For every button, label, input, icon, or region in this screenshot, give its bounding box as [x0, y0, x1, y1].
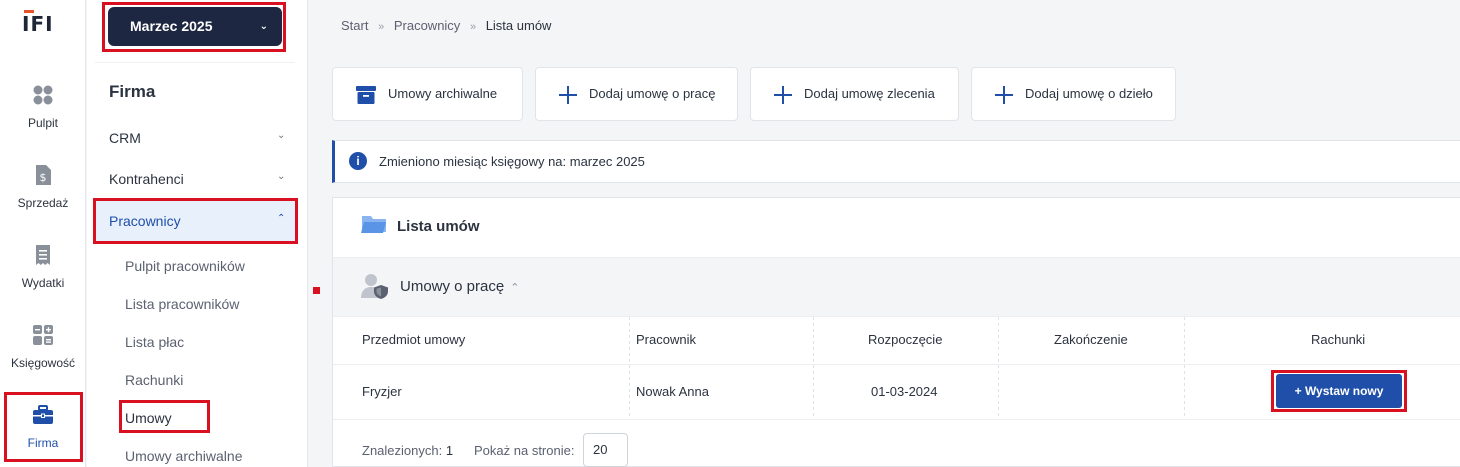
column-header-employee[interactable]: Pracownik [636, 332, 696, 347]
cell-start: 01-03-2024 [871, 384, 938, 399]
rail-item-wydatki[interactable]: Wydatki [0, 244, 86, 290]
submenu-child-lista-plac[interactable]: Lista płac [125, 334, 184, 350]
column-header-start[interactable]: Rozpoczęcie [868, 332, 942, 347]
per-page-input[interactable]: 20 [583, 433, 628, 467]
submenu-heading: Firma [109, 82, 156, 101]
rail-item-label: Sprzedaż [17, 196, 69, 210]
cell-employee: Nowak Anna [636, 384, 709, 399]
section-title-label: Umowy o pracę [400, 278, 505, 295]
results-count: Znalezionych: 1 [362, 443, 453, 458]
submenu: Marzec 2025 ⌄ Firma CRM ⌄ Kontrahenci ⌄ … [87, 0, 308, 467]
rail-item-pulpit[interactable]: Pulpit [0, 84, 86, 130]
plus-icon [559, 85, 577, 104]
dashboard-icon [33, 85, 53, 105]
info-icon: i [349, 152, 367, 170]
chevron-down-icon: ⌄ [277, 130, 286, 141]
rail-item-ksiegowosc[interactable]: Księgowość [0, 324, 86, 370]
submenu-item-label: CRM [109, 130, 141, 146]
app-logo[interactable]: IFI [22, 12, 54, 36]
person-shield-icon [361, 274, 388, 299]
archive-box-icon [356, 85, 376, 104]
archived-contracts-button[interactable]: Umowy archiwalne [332, 67, 523, 121]
per-page-label: Pokaż na stronie: [474, 443, 575, 458]
panel-title: Lista umów [397, 218, 480, 235]
breadcrumb-pracownicy[interactable]: Pracownicy [394, 18, 460, 33]
contracts-panel: Lista umów Umowy o pracę ⌃ Przedmiot umow… [332, 197, 1460, 467]
submenu-child-umowy[interactable]: Umowy [125, 410, 172, 426]
month-selector[interactable]: Marzec 2025 ⌄ [108, 7, 282, 46]
submenu-item-pracownicy[interactable]: Pracownicy ⌃ [109, 213, 285, 229]
rail-item-label: Księgowość [10, 356, 76, 370]
breadcrumb-start[interactable]: Start [341, 18, 368, 33]
button-label: Dodaj umowę zlecenia [804, 86, 935, 101]
add-mandate-contract-button[interactable]: Dodaj umowę zlecenia [750, 67, 959, 121]
submenu-item-label: Kontrahenci [109, 171, 184, 187]
receipt-icon [36, 245, 50, 265]
column-header-bills[interactable]: Rachunki [1311, 332, 1365, 347]
info-text: Zmieniono miesiąc księgowy na: marzec 20… [379, 154, 645, 169]
submenu-item-kontrahenci[interactable]: Kontrahenci ⌄ [109, 171, 285, 187]
column-separator [813, 317, 814, 419]
month-label: Marzec 2025 [130, 18, 213, 34]
issue-new-bill-button[interactable]: + Wystaw nowy [1276, 374, 1402, 408]
column-header-subject[interactable]: Przedmiot umowy [362, 332, 465, 347]
rail-item-label: Pulpit [27, 116, 59, 130]
breadcrumb-current: Lista umów [485, 18, 552, 33]
chevron-up-icon: ⌃ [510, 282, 520, 294]
add-work-contract-button[interactable]: Dodaj umowę o dzieło [971, 67, 1176, 121]
section-header[interactable]: Umowy o pracę ⌃ [333, 257, 1460, 317]
row-divider [333, 364, 1460, 365]
breadcrumb: Start » Pracownicy » Lista umów [341, 18, 557, 33]
rail-item-label: Wydatki [21, 276, 65, 290]
chevron-right-icon: » [469, 21, 477, 33]
folder-icon [361, 216, 386, 233]
column-separator [998, 317, 999, 419]
button-label: Wystaw nowy [1304, 384, 1384, 398]
chevron-up-icon: ⌃ [277, 213, 286, 224]
submenu-child-rachunki[interactable]: Rachunki [125, 372, 183, 388]
chevron-down-icon: ⌄ [277, 171, 286, 182]
row-divider [333, 419, 1460, 420]
column-separator [629, 317, 630, 419]
calculator-icon [33, 325, 53, 345]
submenu-child-umowy-archiwalne[interactable]: Umowy archiwalne [125, 448, 242, 464]
submenu-child-pulpit-pracownikow[interactable]: Pulpit pracowników [125, 258, 245, 274]
divider [95, 62, 295, 63]
cell-subject: Fryzjer [362, 384, 402, 399]
button-label: Umowy archiwalne [388, 86, 498, 101]
plus-icon [995, 85, 1013, 104]
icon-rail: IFI Pulpit $ Sprzedaż Wydatki Księgowość [0, 0, 86, 467]
marker-dot [313, 287, 320, 294]
submenu-item-label: Pracownicy [109, 213, 181, 229]
info-notification: i Zmieniono miesiąc księgowy na: marzec … [332, 140, 1460, 183]
chevron-right-icon: » [378, 21, 385, 33]
column-separator [1184, 317, 1185, 419]
rail-item-sprzedaz[interactable]: $ Sprzedaż [0, 164, 86, 210]
invoice-dollar-icon: $ [36, 165, 51, 185]
results-count-value: 1 [445, 443, 454, 458]
button-label: Dodaj umowę o dzieło [1025, 86, 1153, 101]
section-title[interactable]: Umowy o pracę ⌃ [400, 278, 519, 295]
rail-item-firma[interactable]: Firma [0, 392, 86, 462]
add-employment-contract-button[interactable]: Dodaj umowę o pracę [535, 67, 738, 121]
column-header-end[interactable]: Zakończenie [1054, 332, 1128, 347]
svg-text:$: $ [40, 171, 47, 184]
submenu-item-crm[interactable]: CRM ⌄ [109, 130, 285, 146]
results-count-label: Znalezionych: [362, 443, 443, 458]
highlight-frame [4, 392, 83, 462]
submenu-child-lista-pracownikow[interactable]: Lista pracowników [125, 296, 239, 312]
plus-icon [774, 85, 792, 104]
button-label: Dodaj umowę o pracę [589, 86, 716, 101]
chevron-down-icon: ⌄ [259, 21, 268, 32]
plus-icon: + [1294, 384, 1305, 398]
